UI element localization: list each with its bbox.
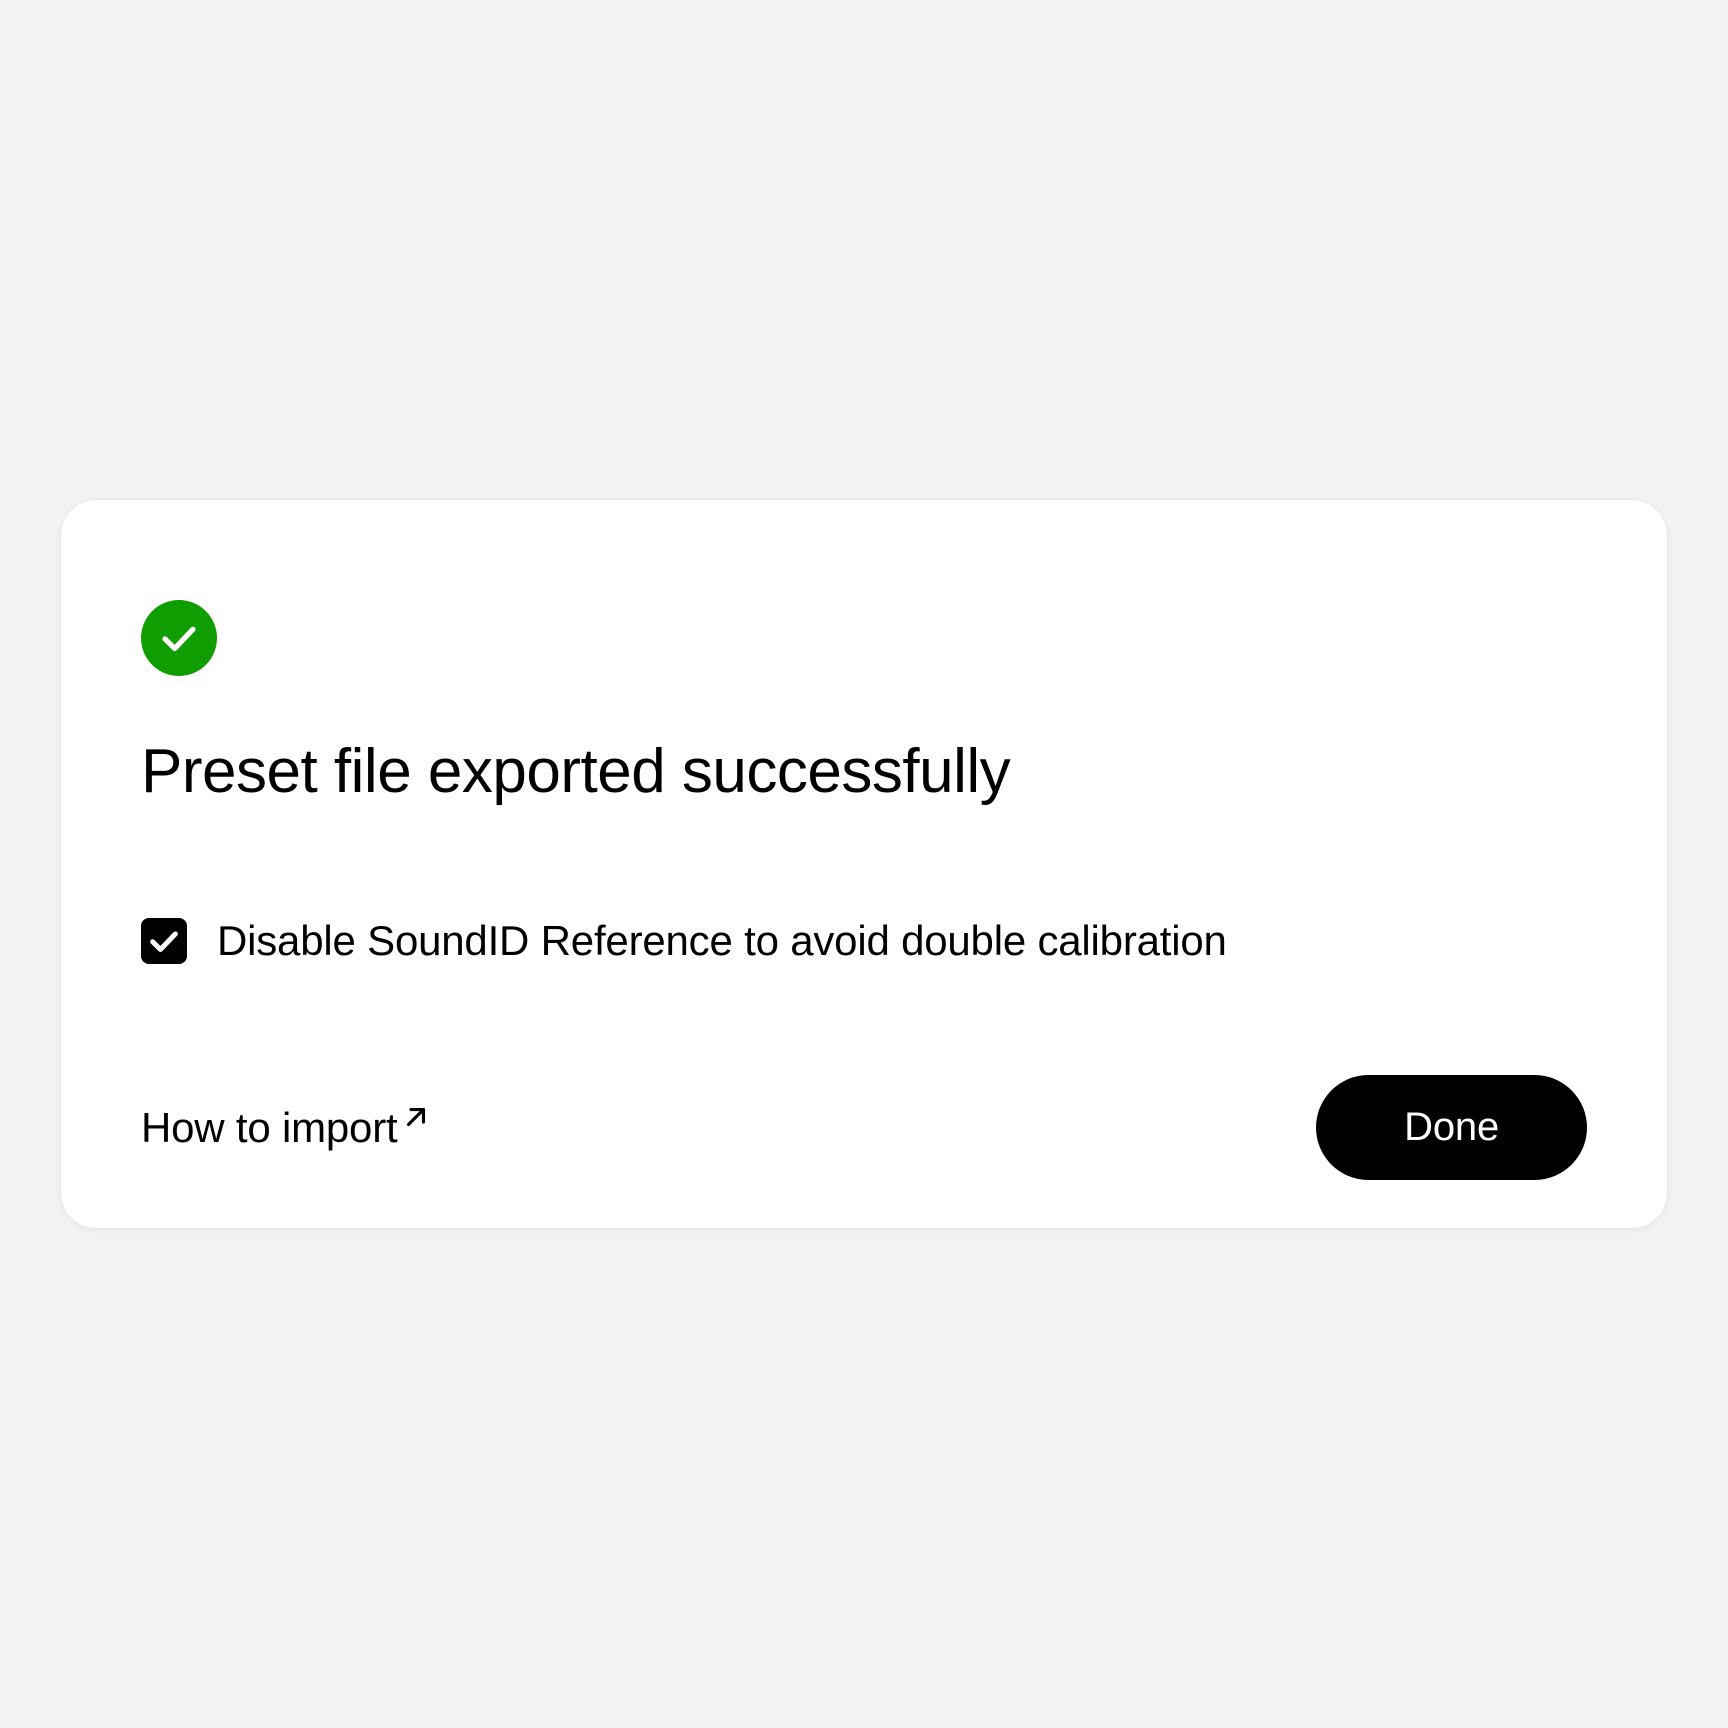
import-link-label: How to import — [141, 1104, 397, 1152]
success-check-icon — [141, 600, 217, 676]
done-button[interactable]: Done — [1316, 1075, 1587, 1180]
disable-calibration-label: Disable SoundID Reference to avoid doubl… — [217, 917, 1227, 965]
disable-calibration-checkbox[interactable] — [141, 918, 187, 964]
dialog-footer: How to import Done — [141, 1075, 1587, 1180]
external-link-arrow-icon — [401, 1102, 431, 1132]
export-success-dialog: Preset file exported successfully Disabl… — [60, 499, 1668, 1229]
disable-calibration-row: Disable SoundID Reference to avoid doubl… — [141, 917, 1587, 965]
how-to-import-link[interactable]: How to import — [141, 1104, 431, 1152]
dialog-title: Preset file exported successfully — [141, 736, 1587, 807]
